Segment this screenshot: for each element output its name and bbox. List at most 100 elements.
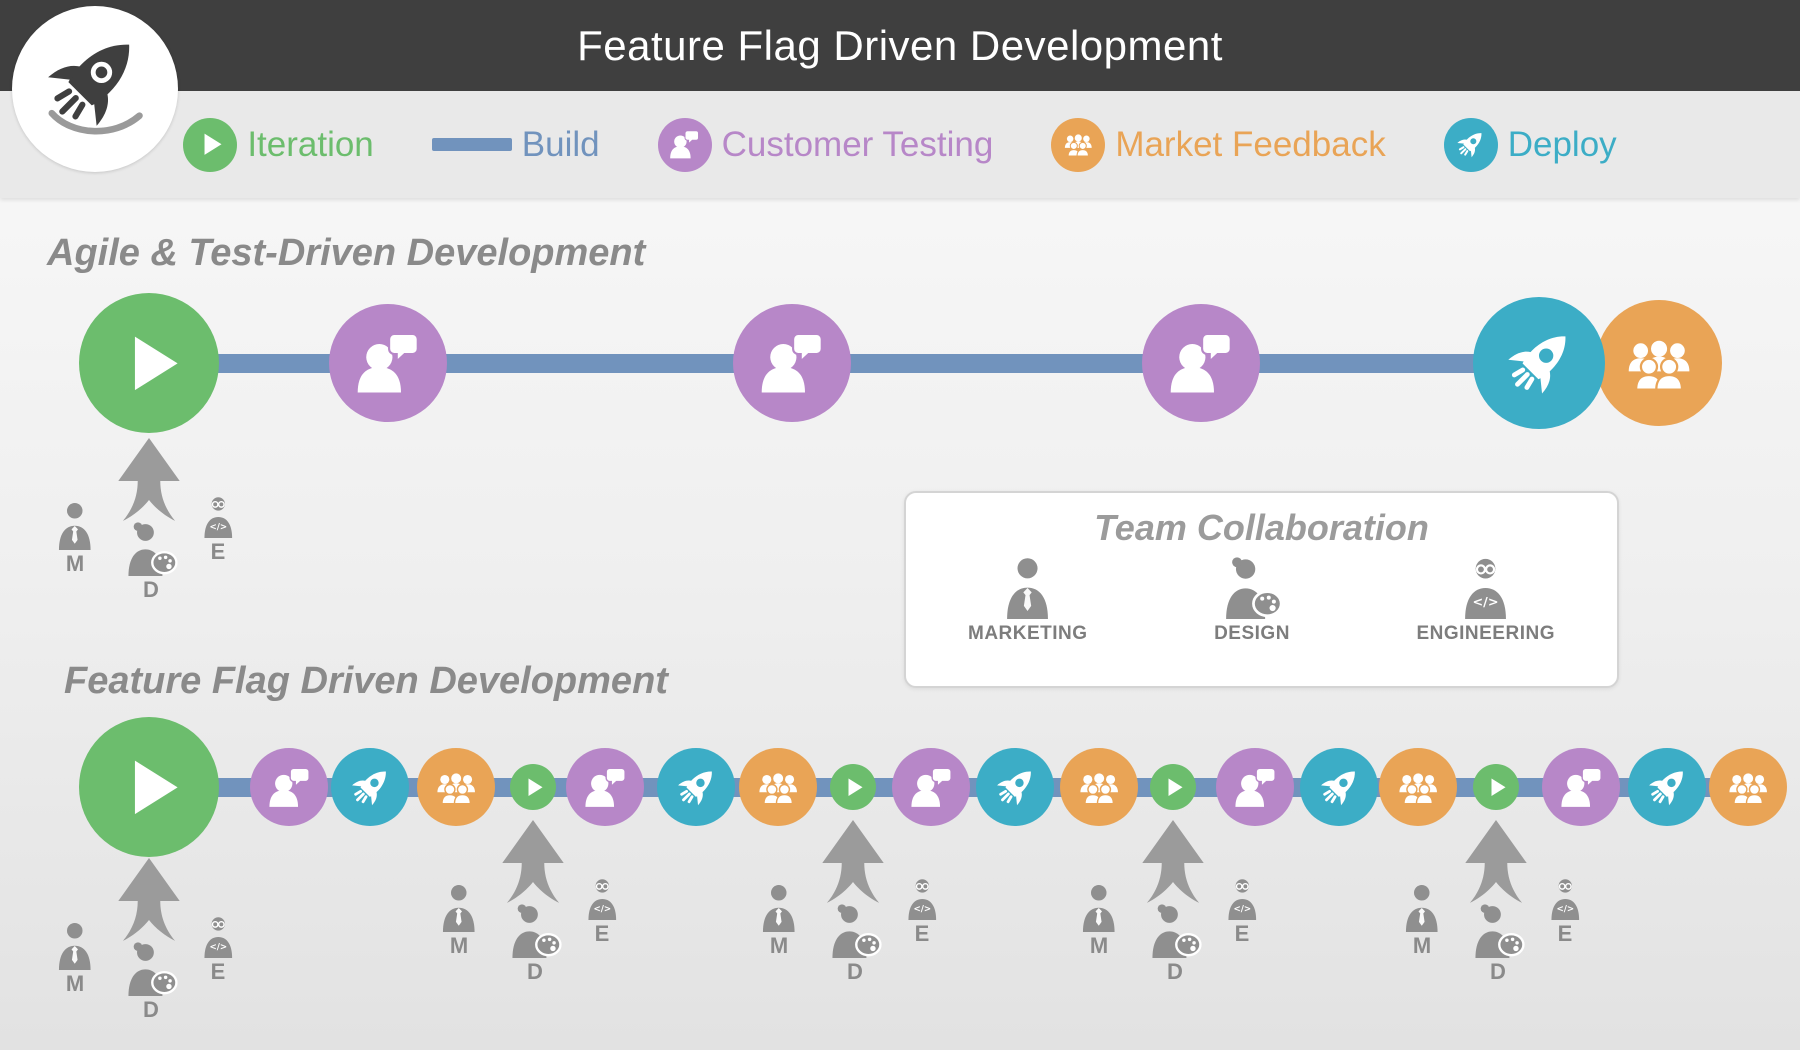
logo xyxy=(12,6,178,172)
node-customer xyxy=(329,304,447,422)
legend-item-deploy: Deploy xyxy=(1444,118,1617,172)
play-icon xyxy=(1482,773,1511,802)
team-contribution-group: MD</>E xyxy=(738,820,968,992)
node-feedback xyxy=(1379,748,1457,826)
team-contribution-group: MD</>E xyxy=(418,820,648,992)
node-iteration xyxy=(79,717,219,857)
team-member-label: E xyxy=(1558,921,1573,947)
team-member-label: D xyxy=(143,997,159,1023)
crowd-icon-badge xyxy=(1051,118,1105,172)
team-member-e: </>E xyxy=(1212,878,1272,947)
node-customer xyxy=(1142,304,1260,422)
legend-label: Deploy xyxy=(1508,125,1617,165)
svg-text:</>: </> xyxy=(1556,904,1574,914)
team-member-d: D xyxy=(498,904,572,985)
person-engineering-icon: </> xyxy=(1225,878,1260,920)
person-design-icon xyxy=(1471,904,1525,958)
role-engineering: </> ENGINEERING xyxy=(1416,557,1555,645)
rocket-icon-badge xyxy=(1444,118,1498,172)
team-roles: MARKETINGDESIGN</>ENGINEERING xyxy=(906,549,1617,645)
node-customer xyxy=(250,748,328,826)
legend-item-iteration: Iteration xyxy=(183,118,373,172)
node-customer xyxy=(1216,748,1294,826)
team-member-label: E xyxy=(211,539,226,565)
team-contribution-group: MD</>E xyxy=(34,858,264,1030)
node-feedback xyxy=(1709,748,1787,826)
team-contribution-group: MD</>E xyxy=(1058,820,1288,992)
person-marketing-icon xyxy=(55,502,95,550)
customer-testing-icon xyxy=(755,326,828,399)
team-member-m: M xyxy=(1066,884,1132,959)
legend-label: Build xyxy=(522,125,600,165)
person-marketing-icon xyxy=(55,922,95,970)
role-label: ENGINEERING xyxy=(1416,623,1555,645)
play-icon-badge xyxy=(183,118,237,172)
team-member-label: E xyxy=(915,921,930,947)
svg-text:</>: </> xyxy=(1473,595,1499,610)
person-marketing-icon xyxy=(439,884,479,932)
crowd-icon xyxy=(754,763,802,811)
svg-text:</>: </> xyxy=(209,942,227,952)
team-member-label: E xyxy=(1235,921,1250,947)
team-member-e: </> E xyxy=(188,496,248,565)
team-collaboration-box: Team Collaboration MARKETINGDESIGN</>ENG… xyxy=(904,491,1619,688)
node-deploy xyxy=(657,748,735,826)
crowd-icon xyxy=(432,763,480,811)
team-member-d: D xyxy=(114,942,188,1023)
svg-text:</>: </> xyxy=(913,904,931,914)
node-feedback xyxy=(739,748,817,826)
svg-text:</>: </> xyxy=(209,522,227,532)
arrow-up-icon xyxy=(111,858,187,944)
rocket-icon xyxy=(672,763,720,811)
person-marketing-icon xyxy=(1079,884,1119,932)
node-customer xyxy=(733,304,851,422)
node-iteration xyxy=(1473,764,1519,810)
customer-testing-icon xyxy=(1557,763,1605,811)
legend-item-build: Build xyxy=(432,125,600,165)
person-marketing-icon xyxy=(1402,884,1442,932)
rocket-icon xyxy=(1643,763,1691,811)
rocket-icon xyxy=(346,763,394,811)
person-engineering-icon: </> xyxy=(1548,878,1583,920)
role-label: MARKETING xyxy=(968,623,1088,645)
team-member-e: </> E xyxy=(892,878,952,947)
node-iteration xyxy=(1150,764,1196,810)
customer-testing-icon xyxy=(667,127,702,162)
team-member-label: M xyxy=(1090,933,1108,959)
person-design-icon xyxy=(508,904,562,958)
person-engineering-icon: </> xyxy=(201,496,236,538)
arrow-up-icon xyxy=(1135,820,1211,906)
person-design-icon xyxy=(828,904,882,958)
arrow-up-icon xyxy=(815,820,891,906)
team-member-label: D xyxy=(143,577,159,603)
person-engineering-icon: </> xyxy=(905,878,940,920)
section-title-ffdd: Feature Flag Driven Development xyxy=(64,660,668,703)
node-iteration xyxy=(79,293,219,433)
crowd-icon xyxy=(1724,763,1772,811)
customer-testing-icon xyxy=(907,763,955,811)
arrow-up-icon xyxy=(1458,820,1534,906)
legend-label: Customer Testing xyxy=(722,125,994,165)
team-member-d: D xyxy=(114,522,188,603)
team-member-d: D xyxy=(1138,904,1212,985)
node-deploy xyxy=(976,748,1054,826)
person-engineering-icon: </> xyxy=(1460,557,1511,619)
play-icon xyxy=(106,320,193,407)
team-member-m: M xyxy=(1389,884,1455,959)
customer-testing-icon xyxy=(581,763,629,811)
rocket-icon xyxy=(991,763,1039,811)
node-customer xyxy=(566,748,644,826)
team-member-m: M xyxy=(746,884,812,959)
rocket-icon xyxy=(1453,127,1488,162)
page-title: Feature Flag Driven Development xyxy=(577,22,1223,70)
team-member-e: </> E xyxy=(188,916,248,985)
section-title-agile: Agile & Test-Driven Development xyxy=(47,232,645,275)
infographic: Feature Flag Driven Development Iteratio… xyxy=(0,0,1800,1050)
crowd-icon xyxy=(1075,763,1123,811)
customer-testing-icon xyxy=(265,763,313,811)
node-customer xyxy=(1542,748,1620,826)
legend-item-customer-testing: Customer Testing xyxy=(658,118,994,172)
play-icon xyxy=(1159,773,1188,802)
team-member-label: E xyxy=(211,959,226,985)
svg-text:</>: </> xyxy=(593,904,611,914)
